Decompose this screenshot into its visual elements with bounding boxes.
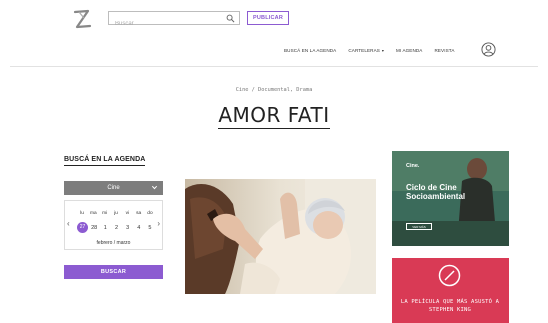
ad-logo-icon (438, 264, 461, 287)
site-logo[interactable] (72, 8, 94, 32)
category-select[interactable]: Cine (64, 181, 163, 195)
chevron-left-icon[interactable]: ‹ (67, 219, 70, 228)
publish-button[interactable]: PUBLICAR (247, 11, 289, 25)
weekday-label: lu (80, 211, 84, 216)
nav-item-carteleras[interactable]: CARTELERAS ▾ (348, 48, 384, 53)
nav-item-search-agenda[interactable]: BUSCÁ EN LA AGENDA (284, 48, 336, 53)
weekday-label: ju (114, 211, 118, 216)
calendar-day[interactable]: 5 (145, 225, 155, 231)
weekday-label: vi (125, 211, 130, 216)
calendar-day[interactable]: 4 (134, 225, 144, 231)
ad-title: Ciclo de Cine Socioambiental (406, 183, 466, 201)
calendar-days: 27 28 1 2 3 4 5 (77, 222, 155, 233)
nav-item-magazine[interactable]: REVISTA (434, 48, 454, 53)
ad-banner-cine-socioambiental[interactable]: Cine. Ciclo de Cine Socioambiental VER M… (392, 151, 509, 246)
date-picker: ‹ › lu ma mi ju vi sa do 27 28 1 2 3 4 5… (64, 200, 163, 250)
calendar-weekdays: lu ma mi ju vi sa do (77, 211, 155, 216)
chevron-down-icon (151, 185, 158, 190)
ad-text: LA PELÍCULA QUE MÁS ASUSTÓ A STEPHEN KIN… (400, 299, 500, 313)
weekday-label: sa (136, 211, 142, 216)
chevron-down-icon: ▾ (381, 47, 385, 53)
nav-item-my-agenda[interactable]: MI AGENDA (396, 48, 422, 53)
search-input[interactable] (109, 18, 221, 30)
calendar-day[interactable]: 1 (100, 225, 110, 231)
weekday-label: do (147, 211, 153, 216)
search-box[interactable] (108, 11, 240, 30)
ad-brand: Cine. (406, 163, 420, 169)
calendar-month-label: febrero / marzo (96, 240, 131, 246)
calendar-day[interactable]: 3 (123, 225, 133, 231)
search-icon[interactable] (226, 14, 235, 23)
nav-item-label: MI AGENDA (396, 47, 423, 53)
category-select-value: Cine (107, 185, 120, 191)
movie-still-image (185, 179, 376, 294)
nav-item-label: CARTELERAS (348, 47, 380, 53)
page-title: AMOR FATI (218, 103, 330, 129)
agenda-heading: BUSCÁ EN LA AGENDA (64, 156, 146, 166)
calendar-day[interactable]: 28 (89, 225, 99, 231)
header-divider (10, 66, 538, 67)
nav-item-label: REVISTA (434, 47, 455, 53)
nav-item-label: BUSCÁ EN LA AGENDA (284, 47, 337, 53)
movie-title-wrapper: AMOR FATI (0, 103, 548, 129)
calendar-day-selected[interactable]: 27 (77, 222, 88, 233)
main-nav: BUSCÁ EN LA AGENDA CARTELERAS ▾ MI AGENDA… (284, 46, 466, 54)
user-account-icon[interactable] (481, 42, 496, 57)
agenda-search-button[interactable]: BUSCAR (64, 265, 163, 279)
weekday-label: mi (102, 211, 108, 216)
chevron-right-icon[interactable]: › (157, 219, 160, 228)
weekday-label: ma (89, 211, 97, 216)
movie-genres: Cine / Documental, Drama (235, 87, 313, 93)
ad-banner-stephen-king[interactable]: LA PELÍCULA QUE MÁS ASUSTÓ A STEPHEN KIN… (392, 258, 509, 323)
ad-cta-button[interactable]: VER MÁS (406, 223, 432, 230)
calendar-day[interactable]: 2 (111, 225, 121, 231)
